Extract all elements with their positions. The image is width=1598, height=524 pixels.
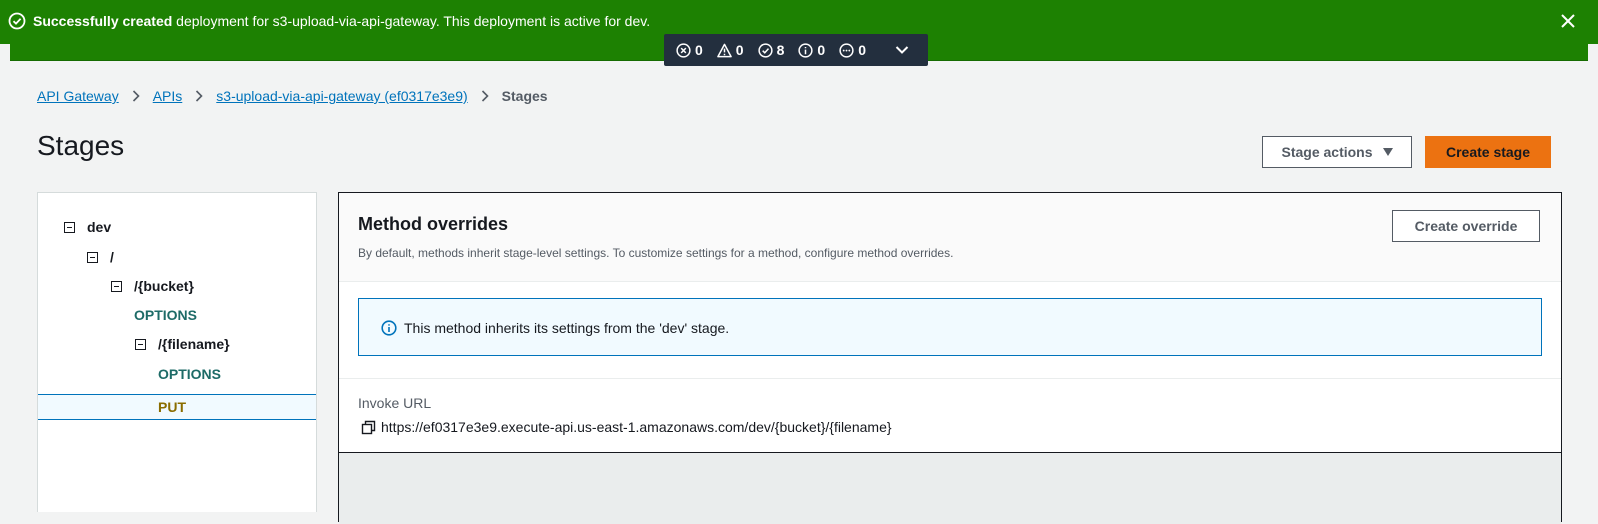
collapse-icon[interactable] — [87, 251, 98, 263]
chevron-right-icon — [132, 90, 140, 102]
tree-node-root[interactable]: / — [87, 249, 114, 265]
info-icon — [381, 320, 397, 336]
breadcrumb-api-name[interactable]: s3-upload-via-api-gateway (ef0317e3e9) — [216, 88, 467, 104]
invoke-url-section: Invoke URL https://ef0317e3e9.execute-ap… — [339, 378, 1561, 452]
info-count-value: 0 — [817, 42, 826, 58]
tree-method-options[interactable]: OPTIONS — [158, 366, 221, 382]
collapse-icon[interactable] — [111, 280, 122, 292]
create-stage-button[interactable]: Create stage — [1425, 136, 1551, 168]
chevron-down-icon[interactable] — [894, 42, 910, 58]
success-icon — [757, 42, 773, 58]
collapse-icon[interactable] — [64, 221, 75, 233]
tree-node-label: / — [110, 249, 114, 265]
caret-down-icon — [1382, 148, 1393, 156]
error-icon — [676, 42, 691, 58]
tree-method-put-selected[interactable]: PUT — [38, 394, 316, 420]
banner-message-text: deployment for s3-upload-via-api-gateway… — [172, 13, 651, 29]
info-count: 0 — [798, 42, 825, 58]
success-count: 8 — [757, 42, 785, 58]
chevron-right-icon — [481, 90, 489, 102]
panel-header: Method overrides By default, methods inh… — [339, 193, 1561, 282]
in-progress-count: 0 — [839, 42, 866, 58]
in-progress-icon — [839, 42, 854, 58]
method-overrides-panel: Method overrides By default, methods inh… — [338, 192, 1562, 524]
panel-lower-area — [339, 452, 1561, 524]
create-override-button[interactable]: Create override — [1392, 210, 1540, 242]
tree-node-filename[interactable]: /{filename} — [135, 336, 230, 352]
breadcrumb-current: Stages — [501, 88, 548, 104]
breadcrumb: API Gateway APIs s3-upload-via-api-gatew… — [37, 88, 548, 104]
banner-bold-text: Successfully created — [33, 13, 173, 29]
tree-node-dev[interactable]: dev — [64, 219, 111, 235]
stage-actions-button[interactable]: Stage actions — [1262, 136, 1412, 168]
warning-icon — [716, 43, 732, 57]
panel-title: Method overrides — [358, 214, 509, 234]
in-progress-count-value: 0 — [858, 42, 866, 58]
tree-node-label: /{bucket} — [134, 278, 194, 294]
success-check-icon — [8, 12, 26, 30]
chevron-right-icon — [196, 90, 203, 102]
stage-tree: dev / /{bucket} OPTIONS /{filename} OPTI… — [37, 192, 317, 512]
collapse-icon[interactable] — [135, 338, 146, 350]
breadcrumb-apis[interactable]: APIs — [153, 88, 183, 104]
tree-node-label: dev — [87, 219, 112, 235]
success-count-value: 8 — [776, 42, 785, 58]
page-title: Stages — [37, 130, 125, 161]
info-alert: This method inherits its settings from t… — [358, 298, 1542, 356]
warning-count-value: 0 — [735, 42, 744, 58]
error-count-value: 0 — [695, 42, 703, 58]
error-count: 0 — [676, 42, 703, 58]
copy-icon[interactable] — [361, 420, 376, 435]
tree-method-options[interactable]: OPTIONS — [134, 307, 197, 323]
stage-actions-label: Stage actions — [1281, 144, 1373, 160]
breadcrumb-api-gateway[interactable]: API Gateway — [37, 88, 119, 104]
info-alert-text: This method inherits its settings from t… — [404, 320, 730, 336]
tree-method-put-label: PUT — [158, 399, 186, 415]
banner-message: Successfully created deployment for s3-u… — [33, 13, 650, 29]
warning-count: 0 — [716, 42, 744, 58]
notification-counts-bar[interactable]: 0 0 8 0 0 — [664, 34, 928, 66]
tree-node-bucket[interactable]: /{bucket} — [111, 278, 194, 294]
close-icon[interactable] — [1558, 11, 1578, 31]
tree-node-label: /{filename} — [158, 336, 230, 352]
info-icon — [798, 42, 814, 58]
panel-description: By default, methods inherit stage-level … — [358, 246, 954, 260]
invoke-url-value: https://ef0317e3e9.execute-api.us-east-1… — [381, 419, 892, 435]
invoke-url-label: Invoke URL — [358, 395, 432, 411]
